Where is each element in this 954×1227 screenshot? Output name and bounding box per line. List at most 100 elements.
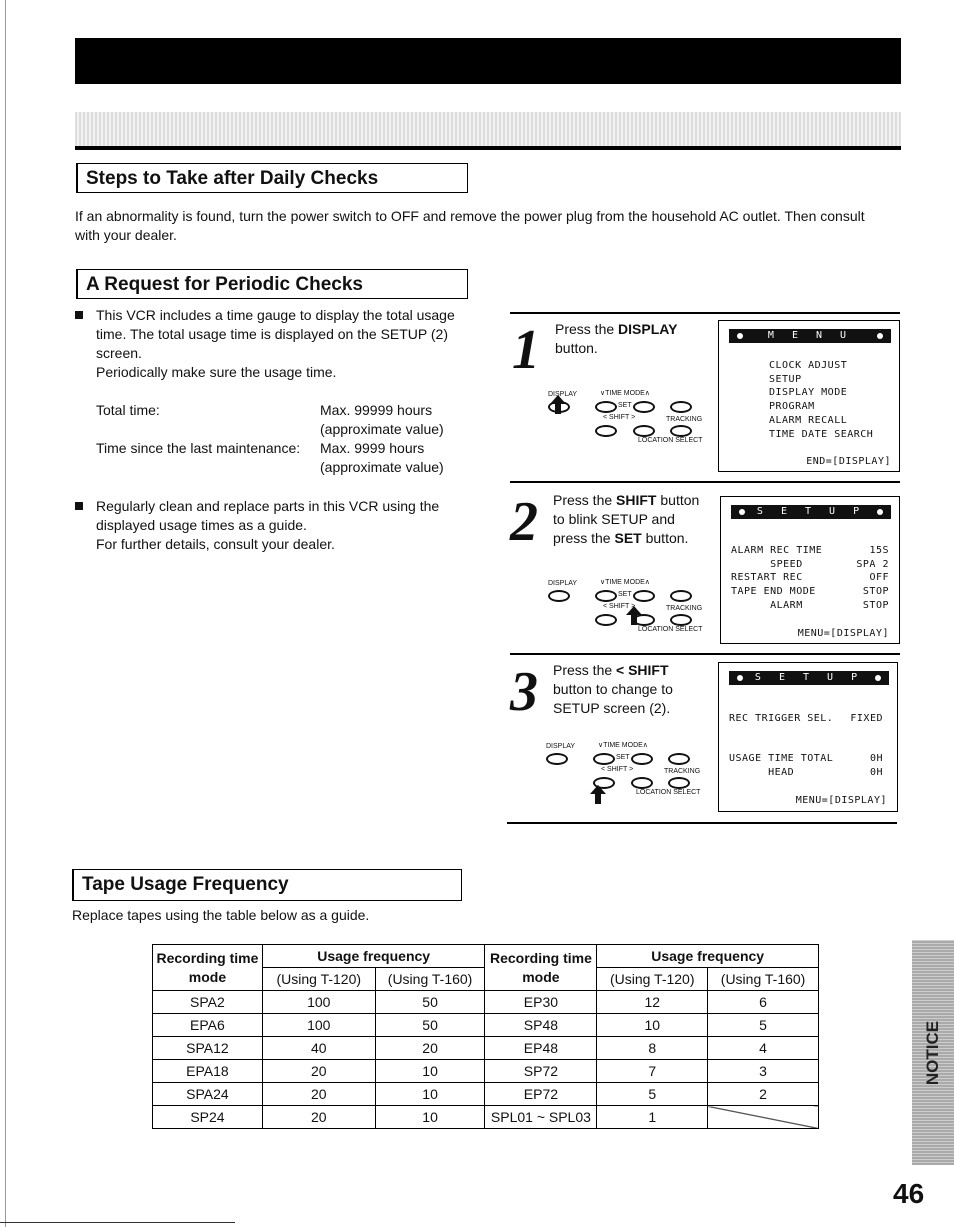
remote-button-icon [633, 401, 655, 413]
divider [507, 822, 897, 824]
remote-label-location: LOCATION SELECT [638, 437, 703, 444]
header-band [75, 112, 901, 150]
screen-row: REC TRIGGER SEL. FIXED [729, 712, 883, 726]
setup-screen: S E T U P ALARM REC TIME 15S SPEED SPA 2 RE… [720, 496, 900, 644]
bullet-note: Periodically make sure the usage time. [96, 364, 337, 380]
step-number: 3 [510, 661, 538, 723]
table-cell: SPA2 [152, 990, 263, 1014]
screen-row-value: OFF [869, 572, 889, 584]
table-cell: 12 [596, 990, 709, 1014]
screen-row-label: HEAD [729, 766, 795, 778]
screen-title: S E T U P [729, 671, 889, 685]
table-row: SPA2 100 50 EP30 12 6 [152, 990, 819, 1014]
table-cell: 10 [374, 1105, 486, 1129]
periodic-content-2: Regularly clean and replace parts in thi… [75, 497, 456, 554]
screen-row: HEAD 0H [729, 766, 883, 780]
side-tab: NOTICE [912, 940, 954, 1165]
table-cell: 10 [374, 1059, 486, 1083]
remote-button-icon [595, 425, 617, 437]
screen-footer: MENU=[DISPLAY] [797, 628, 889, 639]
step-text: Press the < SHIFT button to change to SE… [553, 662, 673, 716]
screen-row-value: SPA 2 [856, 558, 889, 570]
remote-label-display: DISPLAY [546, 743, 576, 750]
remote-label-time_mode: ∨TIME MODE∧ [600, 579, 650, 586]
screen-row-value: 0H [869, 753, 883, 764]
remote-button-icon [670, 425, 692, 437]
step-number: 2 [510, 491, 538, 553]
table-cell: 5 [596, 1082, 709, 1106]
screen-row-label: USAGE TIME TOTAL [729, 753, 834, 764]
header-usage: Usage frequency [261, 944, 486, 968]
table-cell: 2 [707, 1082, 819, 1106]
table-row: EPA6 100 50 SP48 10 5 [152, 1013, 819, 1037]
remote-button-icon [595, 614, 617, 626]
screen-footer: END=[DISPLAY] [806, 456, 891, 467]
screen-row: TAPE END MODE STOP [731, 585, 889, 599]
bullet-text: This VCR includes a time gauge to displa… [75, 306, 466, 363]
table-cell: EP48 [484, 1036, 598, 1060]
bullet-text: Regularly clean and replace parts in thi… [75, 497, 456, 535]
table-cell: SP24 [152, 1105, 263, 1129]
side-tab-label: NOTICE [923, 1020, 942, 1085]
table-cell: 5 [707, 1013, 819, 1037]
section-title-daily: Steps to Take after Daily Checks [76, 163, 468, 193]
remote-button-icon [595, 590, 617, 602]
remote-button-icon [548, 590, 570, 602]
screen-title: M E N U [729, 329, 891, 343]
table-header-row: Recording time mode Usage frequency Reco… [152, 944, 819, 991]
manual-page: Steps to Take after Daily Checks If an a… [0, 0, 954, 1227]
setup-screen-2: S E T U P REC TRIGGER SEL. FIXED USAGE TI… [718, 662, 898, 812]
table-row: SPA12 40 20 EP48 8 4 [152, 1036, 819, 1060]
screen-line: ALARM RECALL [769, 414, 848, 426]
screen-row-value: 0H [869, 766, 883, 778]
table-cell: EPA18 [152, 1059, 263, 1083]
header-t160: (Using T-160) [374, 967, 486, 991]
remote-label-shift: < SHIFT > [603, 414, 636, 421]
table-cell: 50 [374, 990, 486, 1014]
table-cell: SPL01 ~ SPL03 [484, 1105, 598, 1129]
gauge-value: Max. 9999 hours [320, 440, 425, 456]
remote-diagram: DISPLAY ∨TIME MODE∧ SET < SHIFT > TRACKING LO… [548, 389, 708, 449]
remote-label-display: DISPLAY [548, 580, 578, 587]
remote-button-icon [668, 777, 690, 789]
step-text: Press the SHIFT button to blink SETUP an… [553, 492, 700, 546]
header-mode: Recording time mode [152, 944, 263, 991]
table-cell: 10 [596, 1013, 709, 1037]
page-number: 46 [893, 1178, 925, 1209]
table-cell: SP48 [484, 1013, 598, 1037]
remote-label-set: SET [618, 402, 632, 409]
table-cell: 8 [596, 1036, 709, 1060]
gauge-value: Max. 99999 hours [320, 402, 433, 418]
remote-label-tracking: TRACKING [666, 605, 703, 612]
screen-row-value: FIXED [850, 713, 883, 724]
remote-button-icon [668, 753, 690, 765]
header-t120: (Using T-120) [261, 967, 376, 991]
screen-line: CLOCK ADJUST [769, 360, 848, 371]
screen-line: DISPLAY MODE [769, 387, 848, 399]
screen-line: TIME DATE SEARCH [769, 428, 874, 440]
table-cell: EP72 [484, 1082, 598, 1106]
remote-label-time_mode: ∨TIME MODE∧ [598, 742, 648, 749]
table-cell: 20 [261, 1105, 376, 1129]
table-cell: SPA24 [152, 1082, 263, 1106]
table-row: EPA18 20 10 SP72 7 3 [152, 1059, 819, 1083]
header-t160: (Using T-160) [707, 967, 819, 991]
remote-button-icon [631, 777, 653, 789]
binding-edge [5, 0, 6, 1227]
remote-label-location: LOCATION SELECT [638, 626, 703, 633]
press-arrow-icon [550, 395, 566, 414]
screen-line: SETUP [769, 373, 802, 385]
screen-title: S E T U P [731, 505, 891, 519]
header-usage: Usage frequency [596, 944, 819, 968]
remote-button-icon [546, 753, 568, 765]
header-mode: Recording time mode [484, 944, 598, 991]
remote-button-icon [631, 753, 653, 765]
screen-row-value: 15S [869, 545, 889, 556]
step-number: 1 [512, 319, 540, 381]
screen-row: SPEED SPA 2 [731, 558, 889, 572]
gauge-note: (approximate value) [320, 421, 444, 437]
table-cell: 1 [596, 1105, 709, 1129]
table-cell: 6 [707, 990, 819, 1014]
screen-row-label: TAPE END MODE [731, 586, 816, 598]
tape-text: Replace tapes using the table below as a… [72, 907, 370, 923]
